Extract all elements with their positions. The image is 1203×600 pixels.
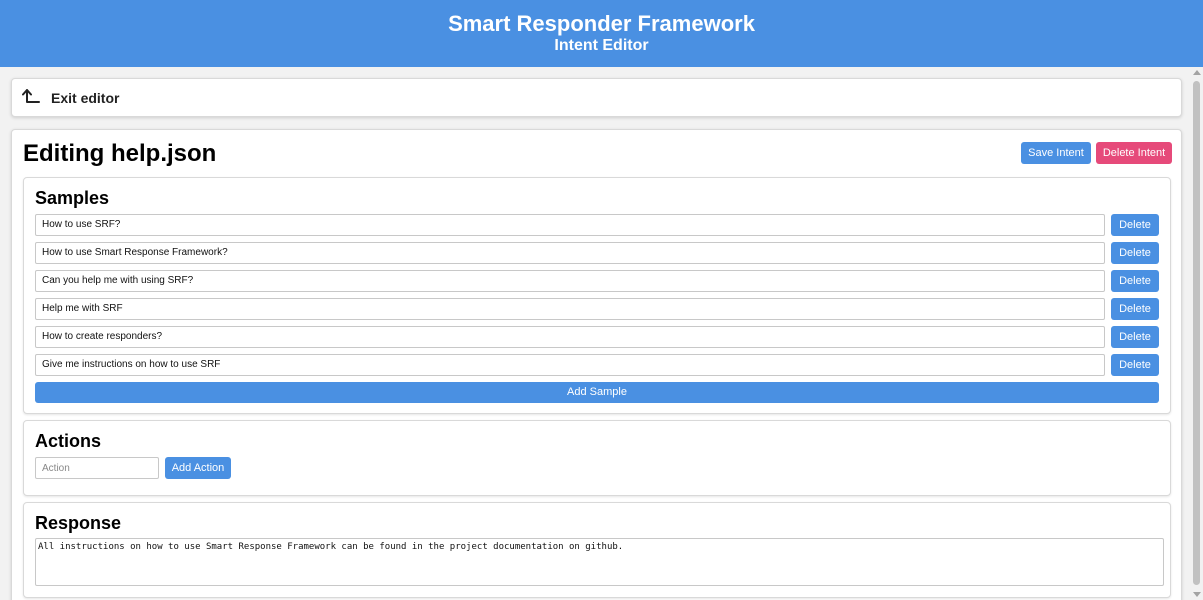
delete-sample-button[interactable]: Delete [1111, 242, 1159, 264]
response-textarea[interactable]: All instructions on how to use Smart Res… [35, 538, 1164, 586]
exit-editor-button[interactable]: Exit editor [11, 78, 1182, 117]
exit-editor-label: Exit editor [51, 90, 120, 106]
delete-sample-button[interactable]: Delete [1111, 270, 1159, 292]
intent-editor-card: Editing help.json Save Intent Delete Int… [11, 129, 1182, 600]
sample-input[interactable]: How to create responders? [35, 326, 1105, 348]
response-heading: Response [35, 513, 122, 533]
actions-section: Actions Add Action [23, 420, 1171, 496]
sample-input[interactable]: Help me with SRF [35, 298, 1105, 320]
app-subtitle: Intent Editor [554, 37, 649, 54]
delete-sample-button[interactable]: Delete [1111, 298, 1159, 320]
main-content: Exit editor Editing help.json Save Inten… [0, 67, 1190, 600]
sample-input[interactable]: How to use SRF? [35, 214, 1105, 236]
app-title: Smart Responder Framework [448, 11, 755, 36]
delete-sample-button[interactable]: Delete [1111, 354, 1159, 376]
vertical-scrollbar[interactable] [1190, 67, 1203, 600]
sample-input[interactable]: How to use Smart Response Framework? [35, 242, 1105, 264]
actions-heading: Actions [35, 431, 102, 451]
scroll-up-icon[interactable] [1193, 70, 1201, 75]
add-action-button[interactable]: Add Action [165, 457, 231, 479]
scrollbar-thumb[interactable] [1193, 81, 1200, 585]
samples-section: Samples How to use SRF? Delete How to us… [23, 177, 1171, 414]
save-intent-button[interactable]: Save Intent [1021, 142, 1091, 164]
app-header: Smart Responder Framework Intent Editor [0, 0, 1203, 67]
delete-sample-button[interactable]: Delete [1111, 214, 1159, 236]
sample-input[interactable]: Can you help me with using SRF? [35, 270, 1105, 292]
samples-heading: Samples [35, 188, 110, 208]
add-sample-button[interactable]: Add Sample [35, 382, 1159, 403]
sample-input[interactable]: Give me instructions on how to use SRF [35, 354, 1105, 376]
action-input[interactable] [35, 457, 159, 479]
scroll-down-icon[interactable] [1193, 592, 1201, 597]
response-section: Response All instructions on how to use … [23, 502, 1171, 598]
delete-intent-button[interactable]: Delete Intent [1096, 142, 1172, 164]
return-arrow-icon [22, 89, 40, 103]
delete-sample-button[interactable]: Delete [1111, 326, 1159, 348]
page-title: Editing help.json [23, 140, 217, 167]
